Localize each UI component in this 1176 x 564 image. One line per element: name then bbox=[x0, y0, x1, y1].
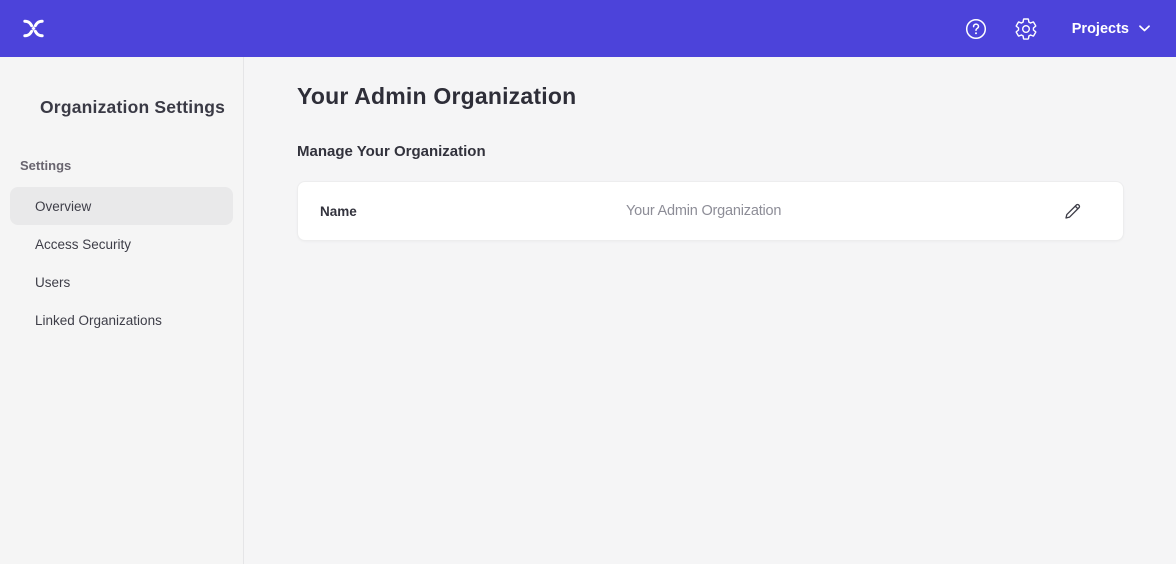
sidebar-item-overview[interactable]: Overview bbox=[10, 187, 233, 225]
page-body: Organization Settings Settings Overview … bbox=[0, 57, 1176, 564]
sidebar-nav: Overview Access Security Users Linked Or… bbox=[0, 187, 243, 339]
settings-sidebar: Organization Settings Settings Overview … bbox=[0, 57, 244, 564]
settings-button[interactable] bbox=[1014, 17, 1038, 41]
sidebar-section-label: Settings bbox=[0, 158, 243, 173]
top-navigation-bar: Projects bbox=[0, 0, 1176, 57]
mendix-logo-icon bbox=[20, 15, 47, 42]
topbar-actions: Projects bbox=[964, 17, 1150, 41]
edit-org-name-button[interactable] bbox=[1060, 199, 1085, 224]
projects-dropdown[interactable]: Projects bbox=[1072, 21, 1150, 37]
sidebar-item-label: Users bbox=[35, 275, 70, 290]
sidebar-item-linked-organizations[interactable]: Linked Organizations bbox=[10, 301, 233, 339]
help-button[interactable] bbox=[964, 17, 988, 41]
sidebar-item-users[interactable]: Users bbox=[10, 263, 233, 301]
chevron-down-icon bbox=[1139, 25, 1150, 32]
sidebar-item-label: Overview bbox=[35, 199, 91, 214]
page-title: Your Admin Organization bbox=[297, 83, 1124, 110]
sidebar-title: Organization Settings bbox=[0, 97, 243, 118]
org-name-row: Name Your Admin Organization bbox=[297, 181, 1124, 241]
projects-dropdown-label: Projects bbox=[1072, 21, 1129, 37]
section-title: Manage Your Organization bbox=[297, 143, 1124, 160]
main-content: Your Admin Organization Manage Your Orga… bbox=[244, 57, 1176, 564]
org-name-label: Name bbox=[320, 204, 626, 219]
brand-logo[interactable] bbox=[20, 15, 47, 42]
sidebar-item-label: Access Security bbox=[35, 237, 131, 252]
help-icon bbox=[964, 17, 988, 41]
pencil-icon bbox=[1062, 201, 1083, 222]
sidebar-item-access-security[interactable]: Access Security bbox=[10, 225, 233, 263]
gear-icon bbox=[1014, 17, 1038, 41]
org-name-value: Your Admin Organization bbox=[626, 203, 1060, 219]
sidebar-item-label: Linked Organizations bbox=[35, 313, 162, 328]
